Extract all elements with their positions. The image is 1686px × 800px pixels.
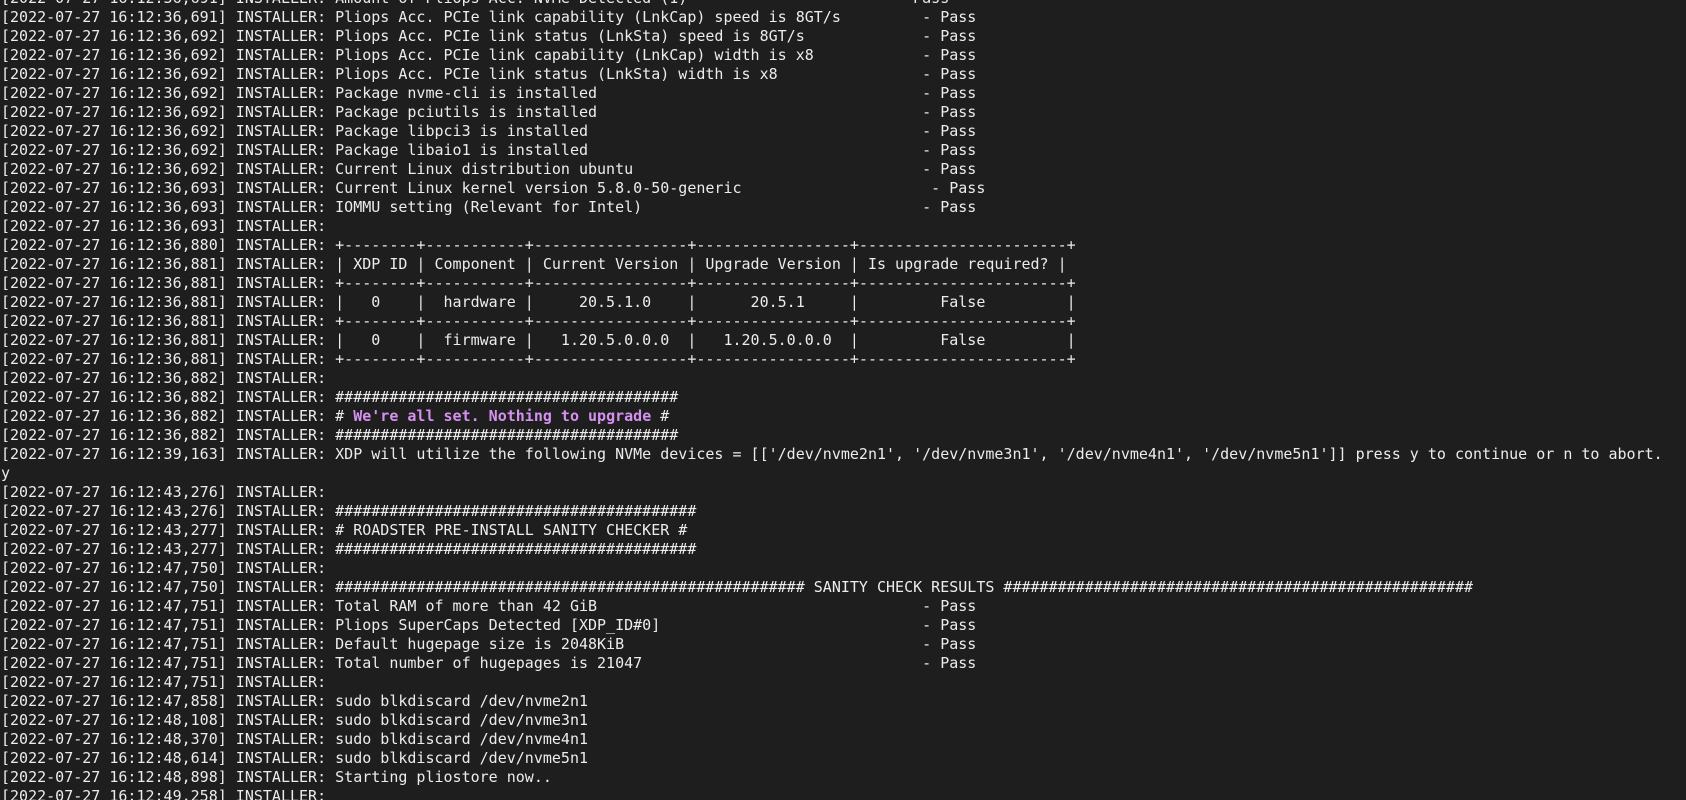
terminal-line: [2022-07-27 16:12:36,691] INSTALLER: Amo… — [1, 0, 1663, 8]
log-text: [2022-07-27 16:12:47,751] INSTALLER: Tot… — [1, 654, 977, 672]
log-text: [2022-07-27 16:12:48,898] INSTALLER: Sta… — [1, 768, 552, 786]
terminal-line: [2022-07-27 16:12:39,163] INSTALLER: XDP… — [1, 445, 1663, 464]
log-text: [2022-07-27 16:12:48,108] INSTALLER: sud… — [1, 711, 588, 729]
log-text: [2022-07-27 16:12:47,750] INSTALLER: ###… — [1, 578, 1474, 596]
terminal-output: [2022-07-27 16:12:36,691] INSTALLER: Amo… — [1, 0, 1663, 800]
terminal-line: [2022-07-27 16:12:36,693] INSTALLER: Cur… — [1, 179, 1663, 198]
log-text: [2022-07-27 16:12:48,614] INSTALLER: sud… — [1, 749, 588, 767]
terminal-line: [2022-07-27 16:12:36,691] INSTALLER: Pli… — [1, 8, 1663, 27]
log-text: [2022-07-27 16:12:36,881] INSTALLER: +--… — [1, 274, 1076, 292]
log-text: [2022-07-27 16:12:36,882] INSTALLER: — [1, 369, 336, 387]
log-text: y — [1, 464, 11, 482]
terminal-line: [2022-07-27 16:12:36,882] INSTALLER: ###… — [1, 388, 1663, 407]
log-text: [2022-07-27 16:12:47,751] INSTALLER: Pli… — [1, 616, 977, 634]
terminal-line: [2022-07-27 16:12:36,881] INSTALLER: +--… — [1, 312, 1663, 331]
log-text: [2022-07-27 16:12:49,258] INSTALLER: — [1, 787, 336, 800]
log-text: [2022-07-27 16:12:36,692] INSTALLER: Cur… — [1, 160, 977, 178]
terminal-line: [2022-07-27 16:12:48,898] INSTALLER: Sta… — [1, 768, 1663, 787]
terminal-line: [2022-07-27 16:12:36,881] INSTALLER: | 0… — [1, 331, 1663, 350]
log-text: [2022-07-27 16:12:36,692] INSTALLER: Pac… — [1, 141, 977, 159]
terminal-line: [2022-07-27 16:12:43,277] INSTALLER: # R… — [1, 521, 1663, 540]
terminal-line: [2022-07-27 16:12:47,750] INSTALLER: — [1, 559, 1663, 578]
log-text: [2022-07-27 16:12:39,163] INSTALLER: XDP… — [1, 445, 1663, 463]
terminal-line: [2022-07-27 16:12:47,751] INSTALLER: Tot… — [1, 597, 1663, 616]
terminal-line: [2022-07-27 16:12:36,882] INSTALLER: — [1, 369, 1663, 388]
log-text: [2022-07-27 16:12:47,750] INSTALLER: — [1, 559, 336, 577]
log-text: [2022-07-27 16:12:43,276] INSTALLER: — [1, 483, 336, 501]
terminal-line: [2022-07-27 16:12:36,692] INSTALLER: Pli… — [1, 46, 1663, 65]
terminal-line: y — [1, 464, 1663, 483]
terminal-line: [2022-07-27 16:12:36,881] INSTALLER: | X… — [1, 255, 1663, 274]
terminal-line: [2022-07-27 16:12:47,751] INSTALLER: — [1, 673, 1663, 692]
terminal-line: [2022-07-27 16:12:36,692] INSTALLER: Pac… — [1, 141, 1663, 160]
log-text: [2022-07-27 16:12:47,751] INSTALLER: Tot… — [1, 597, 977, 615]
terminal-line: [2022-07-27 16:12:49,258] INSTALLER: — [1, 787, 1663, 800]
terminal-line: [2022-07-27 16:12:47,750] INSTALLER: ###… — [1, 578, 1663, 597]
terminal-line: [2022-07-27 16:12:47,751] INSTALLER: Def… — [1, 635, 1663, 654]
log-text: [2022-07-27 16:12:36,692] INSTALLER: Pac… — [1, 103, 977, 121]
terminal-line: [2022-07-27 16:12:36,692] INSTALLER: Pli… — [1, 27, 1663, 46]
log-text: [2022-07-27 16:12:48,370] INSTALLER: sud… — [1, 730, 588, 748]
log-text: [2022-07-27 16:12:36,693] INSTALLER: — [1, 217, 336, 235]
terminal-line: [2022-07-27 16:12:47,751] INSTALLER: Tot… — [1, 654, 1663, 673]
terminal-line: [2022-07-27 16:12:36,882] INSTALLER: # W… — [1, 407, 1663, 426]
terminal-line: [2022-07-27 16:12:47,751] INSTALLER: Pli… — [1, 616, 1663, 635]
terminal-line: [2022-07-27 16:12:36,880] INSTALLER: +--… — [1, 236, 1663, 255]
terminal-line: [2022-07-27 16:12:47,858] INSTALLER: sud… — [1, 692, 1663, 711]
terminal-line: [2022-07-27 16:12:48,370] INSTALLER: sud… — [1, 730, 1663, 749]
log-text-suffix: # — [651, 407, 670, 425]
log-text: [2022-07-27 16:12:36,882] INSTALLER: ###… — [1, 426, 679, 444]
log-text: [2022-07-27 16:12:36,691] INSTALLER: Amo… — [1, 0, 949, 7]
terminal-line: [2022-07-27 16:12:36,692] INSTALLER: Pli… — [1, 65, 1663, 84]
log-text: [2022-07-27 16:12:36,881] INSTALLER: +--… — [1, 312, 1076, 330]
terminal-line: [2022-07-27 16:12:36,693] INSTALLER: IOM… — [1, 198, 1663, 217]
log-text: [2022-07-27 16:12:36,691] INSTALLER: Pli… — [1, 8, 977, 26]
log-text: [2022-07-27 16:12:43,276] INSTALLER: ###… — [1, 502, 697, 520]
log-text: [2022-07-27 16:12:36,692] INSTALLER: Pli… — [1, 65, 977, 83]
log-text: [2022-07-27 16:12:36,882] INSTALLER: ###… — [1, 388, 679, 406]
log-text: [2022-07-27 16:12:36,880] INSTALLER: +--… — [1, 236, 1076, 254]
terminal-line: [2022-07-27 16:12:48,108] INSTALLER: sud… — [1, 711, 1663, 730]
log-text: [2022-07-27 16:12:36,693] INSTALLER: IOM… — [1, 198, 977, 216]
terminal-line: [2022-07-27 16:12:36,881] INSTALLER: +--… — [1, 350, 1663, 369]
log-text: [2022-07-27 16:12:36,692] INSTALLER: Pac… — [1, 84, 977, 102]
terminal-line: [2022-07-27 16:12:36,693] INSTALLER: — [1, 217, 1663, 236]
log-text: [2022-07-27 16:12:47,858] INSTALLER: sud… — [1, 692, 588, 710]
terminal-line: [2022-07-27 16:12:43,276] INSTALLER: ###… — [1, 502, 1663, 521]
terminal-line: [2022-07-27 16:12:43,277] INSTALLER: ###… — [1, 540, 1663, 559]
log-text: [2022-07-27 16:12:36,692] INSTALLER: Pli… — [1, 27, 977, 45]
log-text: [2022-07-27 16:12:36,693] INSTALLER: Cur… — [1, 179, 986, 197]
terminal-line: [2022-07-27 16:12:43,276] INSTALLER: — [1, 483, 1663, 502]
log-text: [2022-07-27 16:12:36,881] INSTALLER: +--… — [1, 350, 1076, 368]
terminal-line: [2022-07-27 16:12:36,692] INSTALLER: Pac… — [1, 103, 1663, 122]
log-text: [2022-07-27 16:12:36,881] INSTALLER: | 0… — [1, 293, 1076, 311]
log-text: [2022-07-27 16:12:36,881] INSTALLER: | X… — [1, 255, 1067, 273]
log-text: [2022-07-27 16:12:43,277] INSTALLER: ###… — [1, 540, 697, 558]
terminal-line: [2022-07-27 16:12:36,692] INSTALLER: Pac… — [1, 122, 1663, 141]
log-text: [2022-07-27 16:12:43,277] INSTALLER: # R… — [1, 521, 688, 539]
log-text: [2022-07-27 16:12:36,692] INSTALLER: Pac… — [1, 122, 977, 140]
log-text: [2022-07-27 16:12:36,692] INSTALLER: Pli… — [1, 46, 977, 64]
terminal-line: [2022-07-27 16:12:36,882] INSTALLER: ###… — [1, 426, 1663, 445]
terminal-line: [2022-07-27 16:12:36,692] INSTALLER: Cur… — [1, 160, 1663, 179]
terminal-line: [2022-07-27 16:12:48,614] INSTALLER: sud… — [1, 749, 1663, 768]
status-message: We're all set. Nothing to upgrade — [353, 407, 652, 425]
log-text: [2022-07-27 16:12:36,881] INSTALLER: | 0… — [1, 331, 1076, 349]
log-text: [2022-07-27 16:12:36,882] INSTALLER: # — [1, 407, 354, 425]
terminal-line: [2022-07-27 16:12:36,881] INSTALLER: | 0… — [1, 293, 1663, 312]
terminal-line: [2022-07-27 16:12:36,692] INSTALLER: Pac… — [1, 84, 1663, 103]
terminal-window[interactable]: [2022-07-27 16:12:36,691] INSTALLER: Amo… — [0, 0, 1686, 800]
log-text: [2022-07-27 16:12:47,751] INSTALLER: Def… — [1, 635, 977, 653]
log-text: [2022-07-27 16:12:47,751] INSTALLER: — [1, 673, 336, 691]
terminal-line: [2022-07-27 16:12:36,881] INSTALLER: +--… — [1, 274, 1663, 293]
